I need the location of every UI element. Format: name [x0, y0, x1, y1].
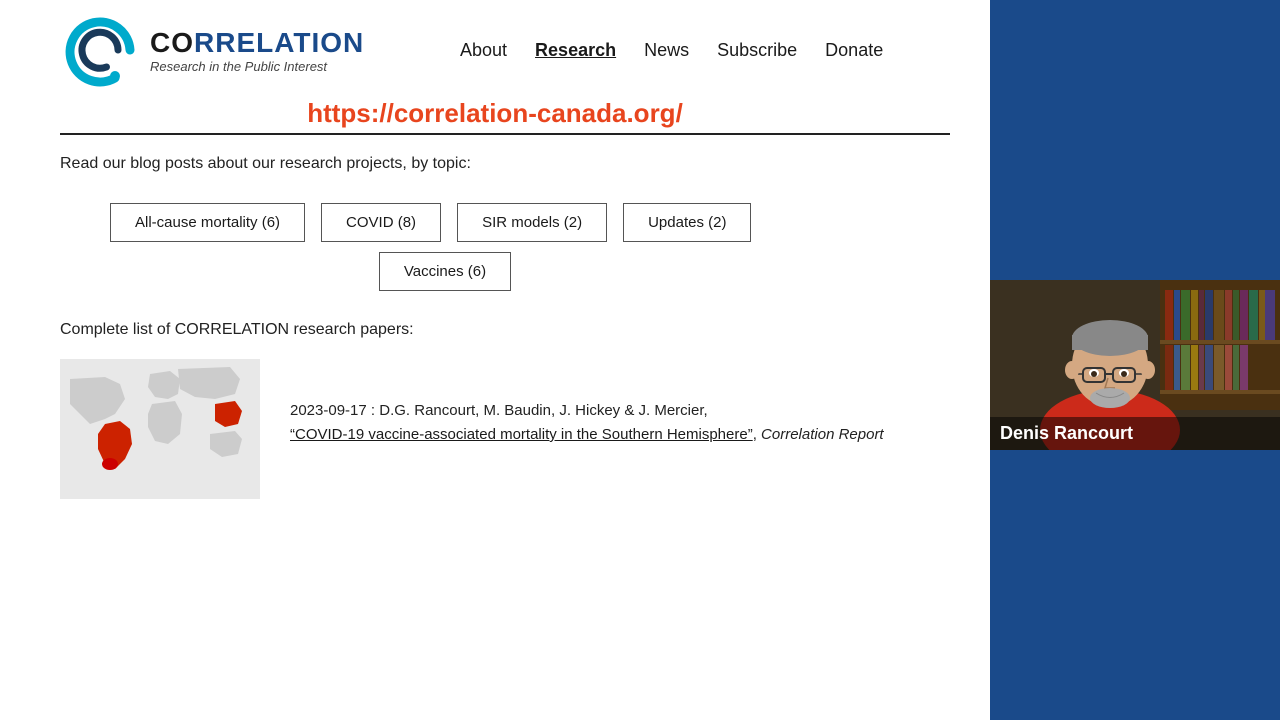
nav: About Research News Subscribe Donate — [460, 40, 883, 61]
paper-publication: Correlation Report — [761, 426, 884, 443]
nav-research[interactable]: Research — [535, 40, 616, 61]
papers-intro-text: Complete list of CORRELATION research pa… — [60, 321, 930, 339]
paper-title-link[interactable]: “COVID-19 vaccine-associated mortality i… — [290, 426, 753, 443]
topic-all-cause-mortality[interactable]: All-cause mortality (6) — [110, 203, 305, 242]
video-name-overlay: Denis Rancourt — [990, 417, 1280, 450]
nav-about[interactable]: About — [460, 40, 507, 61]
topic-sir-models[interactable]: SIR models (2) — [457, 203, 607, 242]
map-thumbnail — [60, 359, 260, 499]
video-container: Denis Rancourt — [990, 280, 1280, 450]
correlation-logo-icon — [60, 10, 140, 90]
right-panel: Denis Rancourt — [990, 0, 1280, 720]
video-person-name: Denis Rancourt — [1000, 423, 1133, 443]
nav-news[interactable]: News — [644, 40, 689, 61]
brand-subtitle: Research in the Public Interest — [150, 59, 364, 74]
blog-intro-text: Read our blog posts about our research p… — [60, 155, 930, 173]
header: CORRELATION Research in the Public Inter… — [0, 0, 990, 90]
nav-subscribe[interactable]: Subscribe — [717, 40, 797, 61]
topic-covid[interactable]: COVID (8) — [321, 203, 441, 242]
url-text: https://correlation-canada.org/ — [307, 98, 683, 128]
paper-date: 2023-09-17 — [290, 402, 367, 419]
nav-donate[interactable]: Donate — [825, 40, 883, 61]
paper-item: 2023-09-17 : D.G. Rancourt, M. Baudin, J… — [60, 359, 930, 499]
brand-name: CORRELATION — [150, 27, 364, 59]
logo-text: CORRELATION Research in the Public Inter… — [150, 27, 364, 74]
topic-updates[interactable]: Updates (2) — [623, 203, 751, 242]
topic-vaccines[interactable]: Vaccines (6) — [379, 252, 511, 291]
main-content: CORRELATION Research in the Public Inter… — [0, 0, 990, 720]
topic-buttons-row1: All-cause mortality (6) COVID (8) SIR mo… — [60, 203, 930, 242]
topic-buttons-row2: Vaccines (6) — [60, 252, 930, 291]
body-content: Read our blog posts about our research p… — [0, 135, 990, 720]
paper-authors: : D.G. Rancourt, M. Baudin, J. Hickey & … — [371, 402, 708, 419]
logo-area: CORRELATION Research in the Public Inter… — [60, 10, 420, 90]
world-map-svg — [60, 359, 260, 499]
url-bar: https://correlation-canada.org/ — [0, 90, 990, 133]
paper-info: 2023-09-17 : D.G. Rancourt, M. Baudin, J… — [290, 359, 930, 447]
